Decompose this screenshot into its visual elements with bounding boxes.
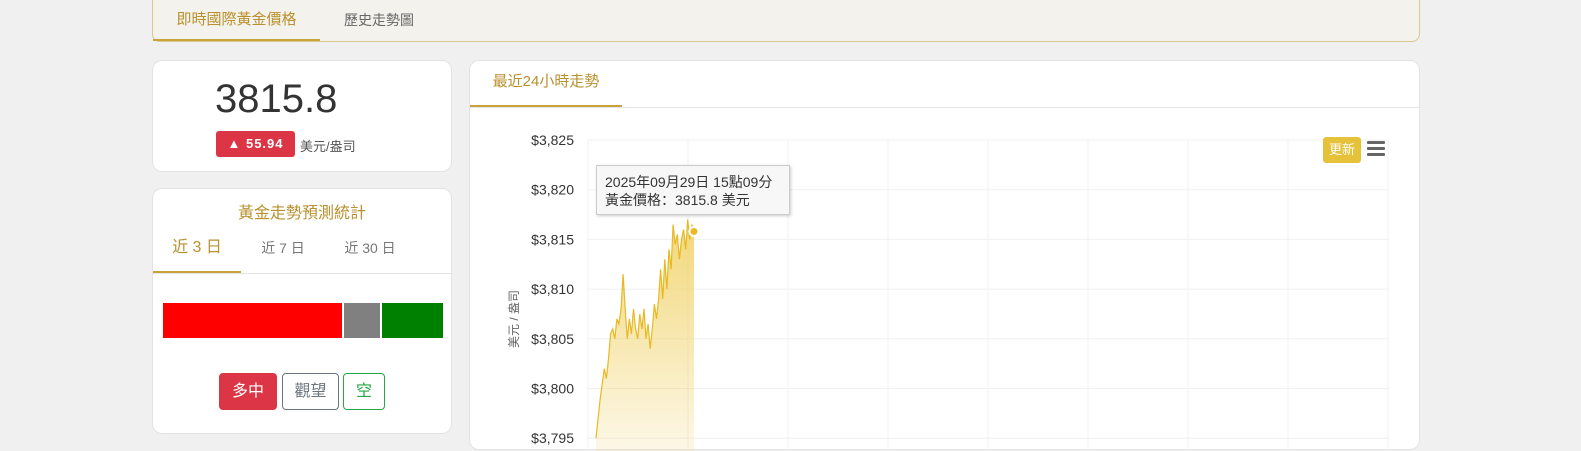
hamburger-menu-icon[interactable]: [1367, 141, 1385, 157]
tooltip-price: 黃金價格：3815.8 美元: [605, 191, 781, 209]
hover-point[interactable]: [690, 227, 699, 236]
y-tick-label: $3,800: [531, 381, 574, 397]
tooltip-datetime: 2025年09月29日 15點09分: [605, 173, 781, 191]
gold-price-value: 3815.8: [215, 77, 337, 122]
price-card: 3815.8 ▲ 55.94 美元/盎司: [152, 60, 452, 172]
price-unit-label: 美元/盎司: [300, 136, 356, 155]
y-tick-label: $3,810: [531, 281, 574, 297]
distribution-segment-bull: [163, 303, 342, 338]
y-tick-label: $3,805: [531, 331, 574, 347]
watch-button[interactable]: 觀望: [282, 373, 339, 410]
tab-history-chart[interactable]: 歷史走勢圖: [344, 0, 414, 41]
price-change-badge: ▲ 55.94: [216, 131, 295, 157]
y-tick-label: $3,825: [531, 132, 574, 148]
tab-realtime-gold-price[interactable]: 即時國際黃金價格: [153, 0, 320, 41]
bear-button[interactable]: 空: [343, 373, 385, 410]
refresh-button[interactable]: 更新: [1323, 137, 1361, 163]
forecast-title: 黃金走勢預測統計: [153, 199, 451, 223]
forecast-card: 黃金走勢預測統計 近 3 日 近 7 日 近 30 日 多中 觀望 空: [152, 188, 452, 434]
tab-3-days[interactable]: 近 3 日: [153, 231, 241, 273]
tab-7-days[interactable]: 近 7 日: [245, 231, 321, 273]
price-chart: $3,825 $3,820 $3,815 $3,810 $3,805 $3,800 $3,7…: [470, 61, 1421, 451]
y-tick-label: $3,815: [531, 231, 574, 247]
y-tick-label: $3,795: [531, 430, 574, 446]
bull-button[interactable]: 多中: [219, 373, 277, 410]
y-axis-label: 美元 / 盎司: [507, 290, 521, 348]
y-tick-label: $3,820: [531, 182, 574, 198]
chart-tooltip: 2025年09月29日 15點09分 黃金價格：3815.8 美元: [596, 165, 790, 215]
distribution-segment-neutral: [344, 303, 380, 338]
tab-30-days[interactable]: 近 30 日: [329, 231, 411, 273]
forecast-tab-divider: [153, 273, 451, 274]
top-tab-bar: 即時國際黃金價格 歷史走勢圖: [152, 0, 1420, 42]
distribution-segment-bear: [382, 303, 443, 338]
chart-card: 最近24小時走勢 $3,825$3,820$3,815$3,810$3,805$…: [469, 60, 1420, 450]
